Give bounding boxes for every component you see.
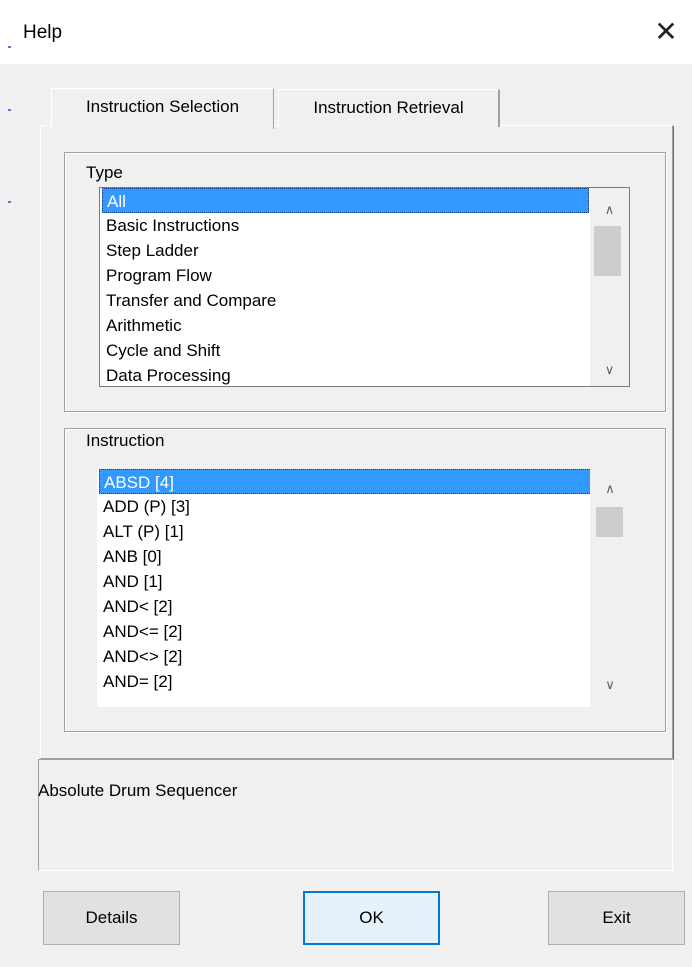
instruction-listbox[interactable]: ABSD [4] ADD (P) [3] ALT (P) [1] ANB [0] AND… [97,469,630,707]
instruction-list-item[interactable]: ADD (P) [3] [99,494,596,519]
chevron-down-icon[interactable]: ∨ [590,360,629,380]
edge-artifact [8,201,11,203]
type-list-item[interactable]: Data Processing [102,363,593,386]
window-title: Help [23,22,63,43]
instruction-scrollbar[interactable]: ∧ ∨ [590,469,630,707]
chevron-up-icon[interactable]: ∧ [590,479,630,499]
type-list-item[interactable]: Step Ladder [102,238,593,263]
instruction-list-item[interactable]: AND<= [2] [99,619,596,644]
ok-button[interactable]: OK [303,891,440,945]
instruction-list-item[interactable]: AND< [2] [99,594,596,619]
chevron-down-icon[interactable]: ∨ [590,675,630,695]
title-bar [0,0,692,64]
instruction-group-label: Instruction [82,431,169,451]
instruction-list-item[interactable]: AND [1] [99,569,596,594]
close-icon[interactable]: ✕ [648,14,684,50]
exit-button[interactable]: Exit [548,891,685,945]
type-list-item[interactable]: Transfer and Compare [102,288,593,313]
tab-instruction-selection[interactable]: Instruction Selection [51,88,274,129]
type-list-item[interactable]: Arithmetic [102,313,593,338]
type-list-item[interactable]: Basic Instructions [102,213,593,238]
instruction-list-item[interactable]: ANB [0] [99,544,596,569]
type-list-item[interactable]: Cycle and Shift [102,338,593,363]
edge-artifact [8,46,11,48]
details-button[interactable]: Details [43,891,180,945]
type-scroll-thumb[interactable] [594,226,621,276]
instruction-scroll-thumb[interactable] [596,507,623,537]
instruction-list-item[interactable]: ALT (P) [1] [99,519,596,544]
type-scrollbar[interactable]: ∧ ∨ [590,188,629,386]
type-listbox[interactable]: All Basic Instructions Step Ladder Program … [99,187,630,387]
chevron-up-icon[interactable]: ∧ [590,200,629,220]
type-group-label: Type [82,163,127,183]
instruction-list-item[interactable]: ABSD [4] [99,469,592,494]
description-text: Absolute Drum Sequencer [38,781,238,800]
type-list-item[interactable]: Program Flow [102,263,593,288]
instruction-list-item[interactable]: AND= [2] [99,669,596,694]
instruction-list-item[interactable]: AND<> [2] [99,644,596,669]
type-list-item[interactable]: All [102,188,589,213]
description-box [38,759,673,871]
edge-artifact [8,109,11,111]
tab-instruction-retrieval[interactable]: Instruction Retrieval [278,89,500,127]
